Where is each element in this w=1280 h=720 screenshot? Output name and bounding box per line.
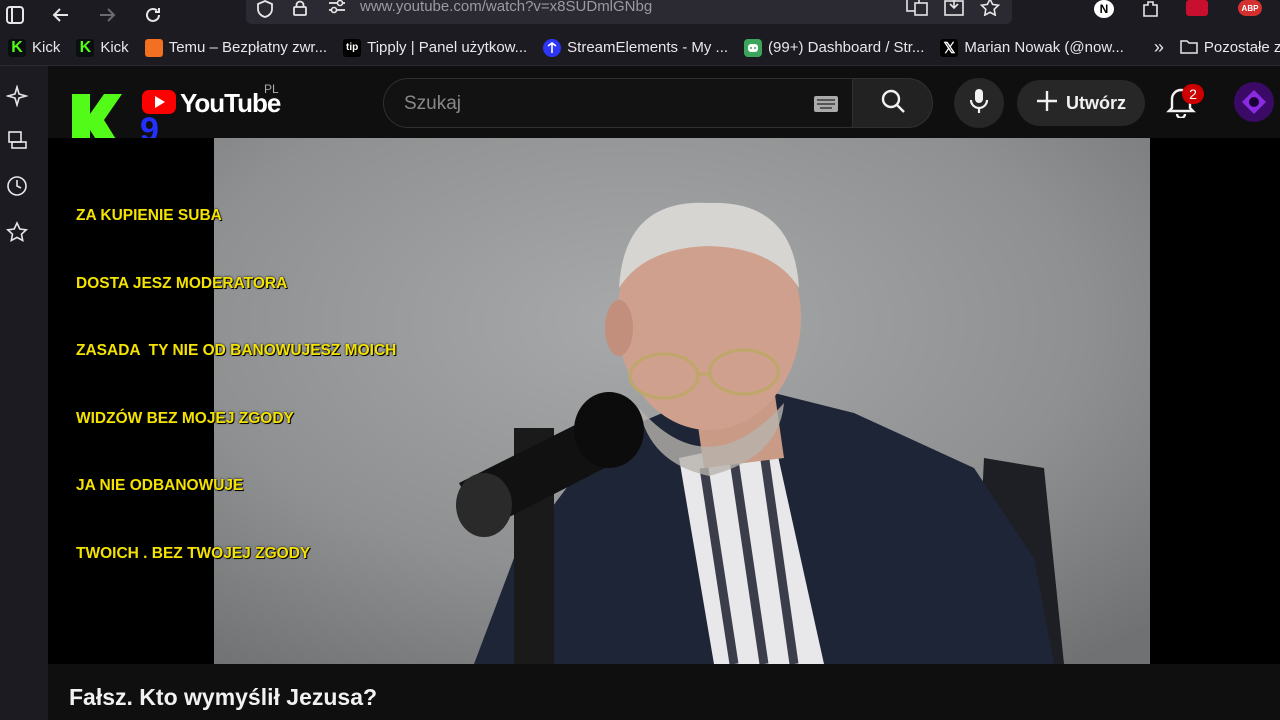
avatar[interactable] (1234, 82, 1274, 122)
search-button[interactable] (853, 78, 933, 128)
bookmark-item[interactable]: (99+) Dashboard / Str... (736, 34, 932, 62)
shield-icon[interactable] (256, 0, 274, 23)
youtube-header: YouTube PL Szukaj Utwórz 2 (48, 66, 1280, 138)
forward-icon[interactable] (96, 4, 118, 26)
search-input[interactable]: Szukaj (383, 78, 853, 128)
bookmark-label: Marian Nowak (@now... (964, 39, 1124, 56)
browser-toolbar: www.youtube.com/watch?v=x8SUDmlGNbg N AB… (0, 0, 1280, 30)
discord-icon (744, 38, 763, 57)
bookmark-label: Kick (100, 39, 129, 56)
bookmark-item[interactable]: K Kick (0, 34, 68, 62)
permissions-icon[interactable] (328, 0, 346, 19)
history-clock-icon[interactable] (5, 174, 29, 198)
bookmark-item[interactable]: K Kick (68, 34, 136, 62)
folder-icon (1180, 38, 1198, 58)
extension-n-icon[interactable]: N (1094, 0, 1114, 18)
kick-icon: K (8, 38, 26, 57)
other-bookmarks-folder[interactable]: Pozostałe zak (1172, 34, 1280, 62)
tipply-icon: tip (343, 38, 362, 57)
bookmarks-bar: K Kick K Kick Temu – Bezpłatny zwr... ti… (0, 30, 1280, 66)
overlay-line: JA NIE ODBANOWUJE (76, 477, 244, 494)
bookmark-label: (99+) Dashboard / Str... (768, 39, 925, 56)
overlay-line: ZASADA TY NIE OD BANOWUJESZ MOICH (76, 342, 397, 359)
synced-tabs-icon[interactable] (5, 128, 29, 152)
lock-icon[interactable] (292, 0, 308, 21)
streamelements-icon (543, 38, 562, 57)
overlay-line: DOSTA JESZ MODERATORA (76, 274, 288, 292)
kick-icon: K (76, 38, 95, 57)
stream-overlay-text: ZA KUPIENIE SUBA DOSTA JESZ MODERATORA Z… (76, 160, 396, 588)
bookmark-label: Kick (32, 39, 61, 56)
region-label: PL (264, 82, 279, 96)
shield-extension-icon[interactable] (1186, 0, 1208, 16)
bookmark-item[interactable]: tip Tipply | Panel użytkow... (335, 34, 535, 62)
overlay-line: WIDZÓW BEZ MOJEJ ZGODY (76, 409, 294, 427)
bookmark-star-icon[interactable] (979, 0, 1001, 21)
voice-search-button[interactable] (954, 78, 1004, 128)
other-bookmarks-label: Pozostałe zak (1203, 39, 1280, 56)
keyboard-icon[interactable] (814, 96, 838, 117)
bookmark-label: StreamElements - My ... (567, 39, 729, 56)
bookmarks-star-icon[interactable] (5, 220, 29, 244)
overlay-line: ZA KUPIENIE SUBA (76, 207, 222, 224)
sidebar-toggle-icon[interactable] (4, 4, 26, 26)
microphone-icon (969, 88, 989, 119)
reload-icon[interactable] (142, 4, 164, 26)
plus-icon (1036, 90, 1058, 117)
bookmark-item[interactable]: StreamElements - My ... (535, 34, 736, 62)
bookmark-label: Temu – Bezpłatny zwr... (168, 39, 328, 56)
search-icon (880, 88, 906, 119)
browser-sidebar (0, 66, 48, 720)
bookmark-item[interactable]: Temu – Bezpłatny zwr... (137, 34, 335, 62)
install-app-icon[interactable] (944, 0, 964, 21)
back-icon[interactable] (50, 4, 72, 26)
extensions-icon[interactable] (1142, 0, 1160, 23)
bookmark-item[interactable]: 𝕏 Marian Nowak (@now... (932, 34, 1131, 62)
adblock-plus-icon[interactable]: ABP (1238, 0, 1262, 16)
search-placeholder: Szukaj (404, 93, 462, 114)
ai-sparkle-icon[interactable] (5, 84, 29, 108)
bookmarks-overflow-button[interactable]: » (1146, 34, 1172, 62)
overlay-line: TWOICH . BEZ TWOJEJ ZGODY (76, 544, 311, 562)
notification-count-badge: 2 (1182, 84, 1204, 104)
chevron-double-right-icon: » (1153, 37, 1164, 57)
temu-icon (144, 38, 163, 57)
create-label: Utwórz (1066, 92, 1126, 113)
create-button[interactable]: Utwórz (1017, 80, 1145, 126)
video-title: Fałsz. Kto wymyślił Jezusa? (69, 684, 378, 710)
bookmark-label: Tipply | Panel użytkow... (367, 39, 528, 56)
url-text[interactable]: www.youtube.com/watch?v=x8SUDmlGNbg (360, 0, 652, 14)
translate-icon[interactable] (906, 0, 928, 21)
x-icon: 𝕏 (940, 38, 959, 57)
address-bar[interactable]: www.youtube.com/watch?v=x8SUDmlGNbg (246, 0, 1012, 24)
